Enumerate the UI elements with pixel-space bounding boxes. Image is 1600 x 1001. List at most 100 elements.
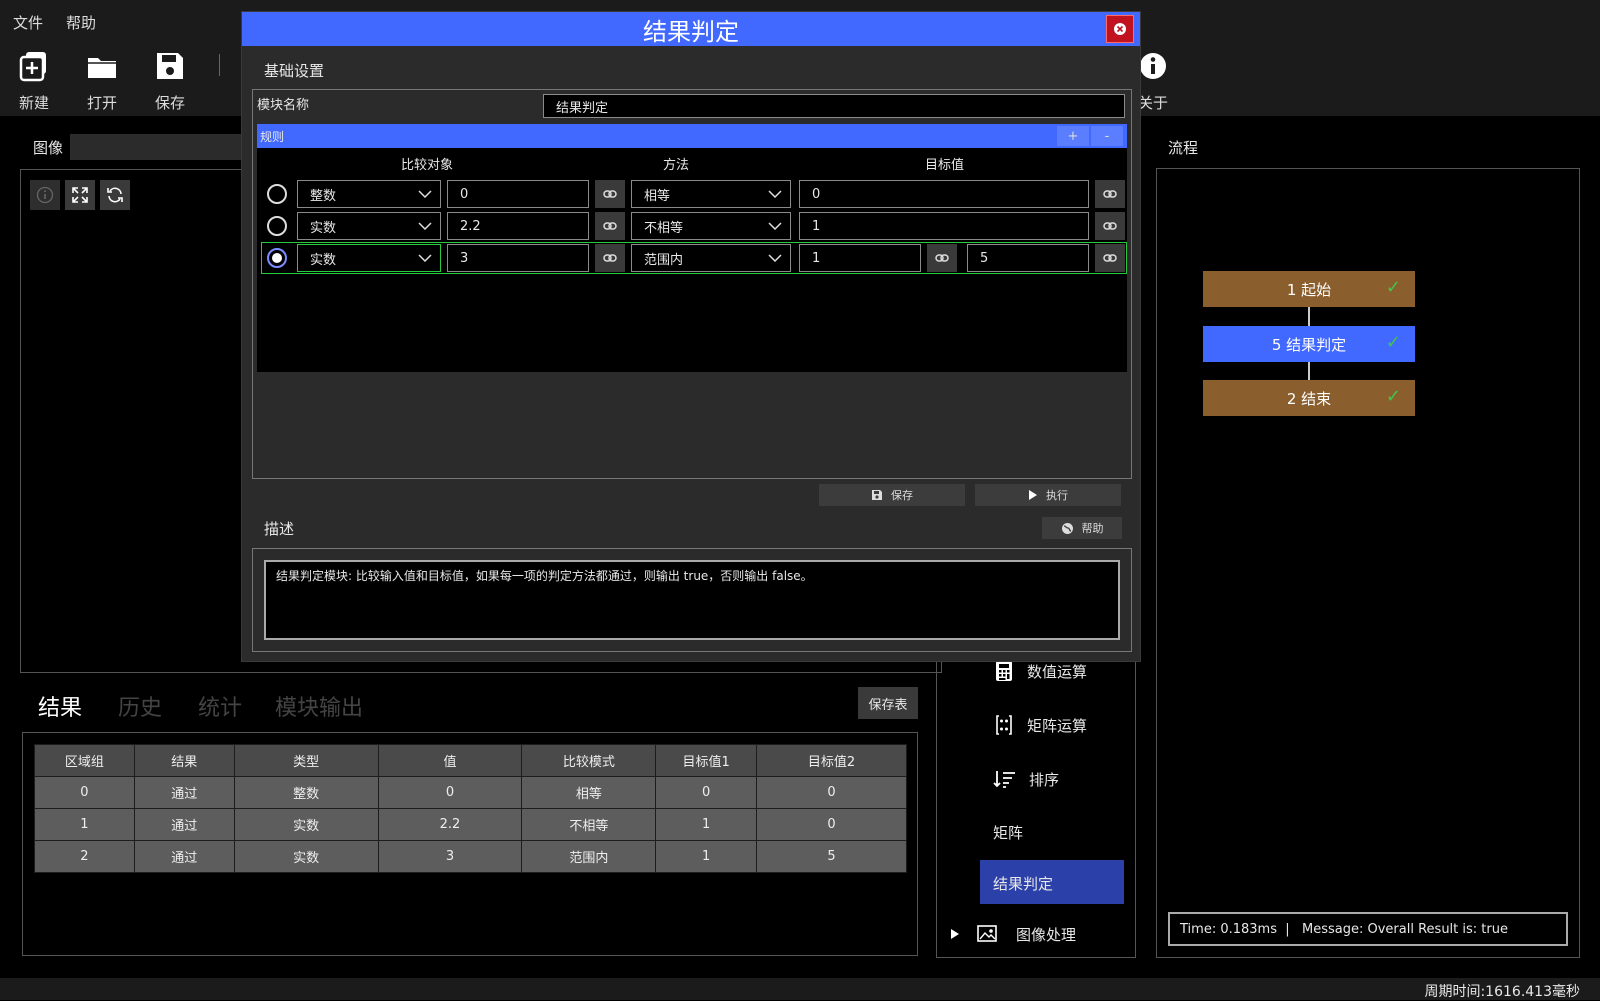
module-item-matrix[interactable]: 矩阵: [993, 812, 1143, 852]
description-text: 结果判定模块: 比较输入值和目标值，如果每一项的判定方法都通过，则输出 true…: [264, 560, 1120, 640]
check-icon: ✓: [1385, 277, 1401, 298]
module-item-matrix-op[interactable]: 矩阵运算: [995, 705, 1145, 745]
dialog-run-button[interactable]: 执行: [975, 484, 1121, 506]
link-button[interactable]: [595, 212, 625, 240]
method-select[interactable]: 相等: [631, 180, 791, 208]
link-button[interactable]: [1095, 244, 1125, 272]
save-table-button[interactable]: 保存表: [858, 687, 918, 719]
table-row[interactable]: 2 通过 实数 3 范围内 1 5: [34, 840, 907, 873]
module-item-sort[interactable]: 排序: [993, 759, 1143, 799]
select-value: 不相等: [644, 220, 684, 236]
flow-node-label: 1 起始: [1286, 280, 1332, 299]
fit-view-button[interactable]: [65, 180, 95, 210]
dialog-title: 结果判定: [643, 17, 739, 46]
info-icon: [1137, 50, 1169, 82]
table-cell: 2: [34, 840, 135, 873]
chevron-down-icon: [768, 254, 782, 262]
tab-statistics[interactable]: 统计: [198, 690, 242, 722]
column-header[interactable]: 目标值2: [756, 744, 907, 777]
flow-node-label: 2 结束: [1286, 389, 1332, 408]
table-row[interactable]: 1 通过 实数 2.2 不相等 1 0: [34, 808, 907, 841]
description-box: 结果判定模块: 比较输入值和目标值，如果每一项的判定方法都通过，则输出 true…: [252, 548, 1132, 652]
dialog-save-button[interactable]: 保存: [819, 484, 965, 506]
module-item-result-judge[interactable]: 结果判定: [980, 860, 1124, 904]
target-input[interactable]: 1: [799, 212, 1089, 240]
save-button[interactable]: 保存: [144, 46, 196, 112]
toolbar-divider: [219, 54, 220, 76]
save-label: 保存: [891, 489, 913, 502]
select-value: 相等: [644, 188, 671, 204]
select-value: 整数: [310, 188, 337, 204]
table-cell: 1: [34, 808, 135, 841]
check-icon: ✓: [1385, 386, 1401, 407]
rule-radio[interactable]: [267, 216, 287, 236]
chevron-down-icon: [768, 190, 782, 198]
refresh-icon: [107, 187, 123, 203]
flow-node[interactable]: 5 结果判定 ✓: [1203, 326, 1415, 362]
column-header[interactable]: 比较模式: [521, 744, 657, 777]
rule-row[interactable]: 实数 2.2 不相等 1: [257, 210, 1127, 242]
expand-arrow-icon[interactable]: [950, 928, 960, 940]
link-button[interactable]: [927, 244, 957, 272]
open-button[interactable]: 打开: [76, 46, 128, 112]
value-input[interactable]: 2.2: [447, 212, 589, 240]
cycle-time: 周期时间:1616.413毫秒: [1424, 984, 1580, 1000]
expand-icon: [72, 187, 88, 203]
new-button[interactable]: 新建: [8, 46, 60, 112]
menu-help[interactable]: 帮助: [66, 12, 96, 33]
link-button[interactable]: [1095, 180, 1125, 208]
column-header[interactable]: 类型: [233, 744, 379, 777]
dialog-title-bar[interactable]: 结果判定: [242, 12, 1140, 46]
table-cell: 1: [655, 840, 758, 873]
globe-icon: [1061, 522, 1073, 534]
table-cell: 不相等: [521, 808, 657, 841]
target-min-input[interactable]: 1: [799, 244, 921, 272]
calculator-icon: [996, 661, 1012, 681]
tab-history[interactable]: 历史: [118, 690, 162, 722]
column-header[interactable]: 区域组: [34, 744, 135, 777]
table-cell: 通过: [133, 808, 235, 841]
settings-box: 模块名称 结果判定 规则 + - 比较对象 方法 目标值 整数 0 相等 0 实…: [252, 89, 1132, 479]
link-button[interactable]: [595, 180, 625, 208]
link-icon: [603, 254, 617, 262]
rule-row-selected[interactable]: 实数 3 范围内 1 5: [261, 242, 1127, 274]
target-input[interactable]: 0: [799, 180, 1089, 208]
matrix-icon: [996, 715, 1012, 735]
rule-row[interactable]: 整数 0 相等 0: [257, 178, 1127, 210]
type-select[interactable]: 整数: [297, 180, 441, 208]
method-select[interactable]: 不相等: [631, 212, 791, 240]
help-button[interactable]: 帮助: [1042, 517, 1122, 539]
value-input[interactable]: 3: [447, 244, 589, 272]
menu-file[interactable]: 文件: [13, 12, 43, 33]
flow-node[interactable]: 2 结束 ✓: [1203, 380, 1415, 416]
table-row[interactable]: 0 通过 整数 0 相等 0 0: [34, 776, 907, 809]
type-select[interactable]: 实数: [297, 244, 441, 272]
module-name-input[interactable]: 结果判定: [543, 94, 1125, 118]
method-select[interactable]: 范围内: [631, 244, 791, 272]
tab-module-output[interactable]: 模块输出: [275, 690, 363, 722]
value-input[interactable]: 0: [447, 180, 589, 208]
link-button[interactable]: [595, 244, 625, 272]
image-info-button[interactable]: [30, 180, 60, 210]
column-header[interactable]: 结果: [133, 744, 235, 777]
flow-node-label: 5 结果判定: [1271, 335, 1347, 354]
chevron-down-icon: [418, 254, 432, 262]
flow-node[interactable]: 1 起始 ✓: [1203, 271, 1415, 307]
column-header[interactable]: 值: [377, 744, 523, 777]
column-header[interactable]: 目标值1: [655, 744, 758, 777]
link-button[interactable]: [1095, 212, 1125, 240]
result-judge-dialog: 结果判定 基础设置 模块名称 结果判定 规则 + - 比较对象 方法 目标值 整…: [241, 11, 1141, 662]
tab-results[interactable]: 结果: [38, 690, 82, 722]
add-rule-button[interactable]: +: [1057, 126, 1089, 146]
target-max-input[interactable]: 5: [967, 244, 1089, 272]
close-button[interactable]: [1106, 15, 1134, 43]
type-select[interactable]: 实数: [297, 212, 441, 240]
remove-rule-button[interactable]: -: [1091, 126, 1123, 146]
rule-radio[interactable]: [267, 184, 287, 204]
table-header-row: 区域组 结果 类型 值 比较模式 目标值1 目标值2: [34, 744, 907, 777]
module-label: 矩阵运算: [1027, 716, 1088, 735]
image-source-bar[interactable]: [70, 134, 250, 160]
rule-radio[interactable]: [267, 248, 287, 268]
module-group-image-processing[interactable]: 图像处理: [950, 914, 1100, 954]
refresh-button[interactable]: [100, 180, 130, 210]
